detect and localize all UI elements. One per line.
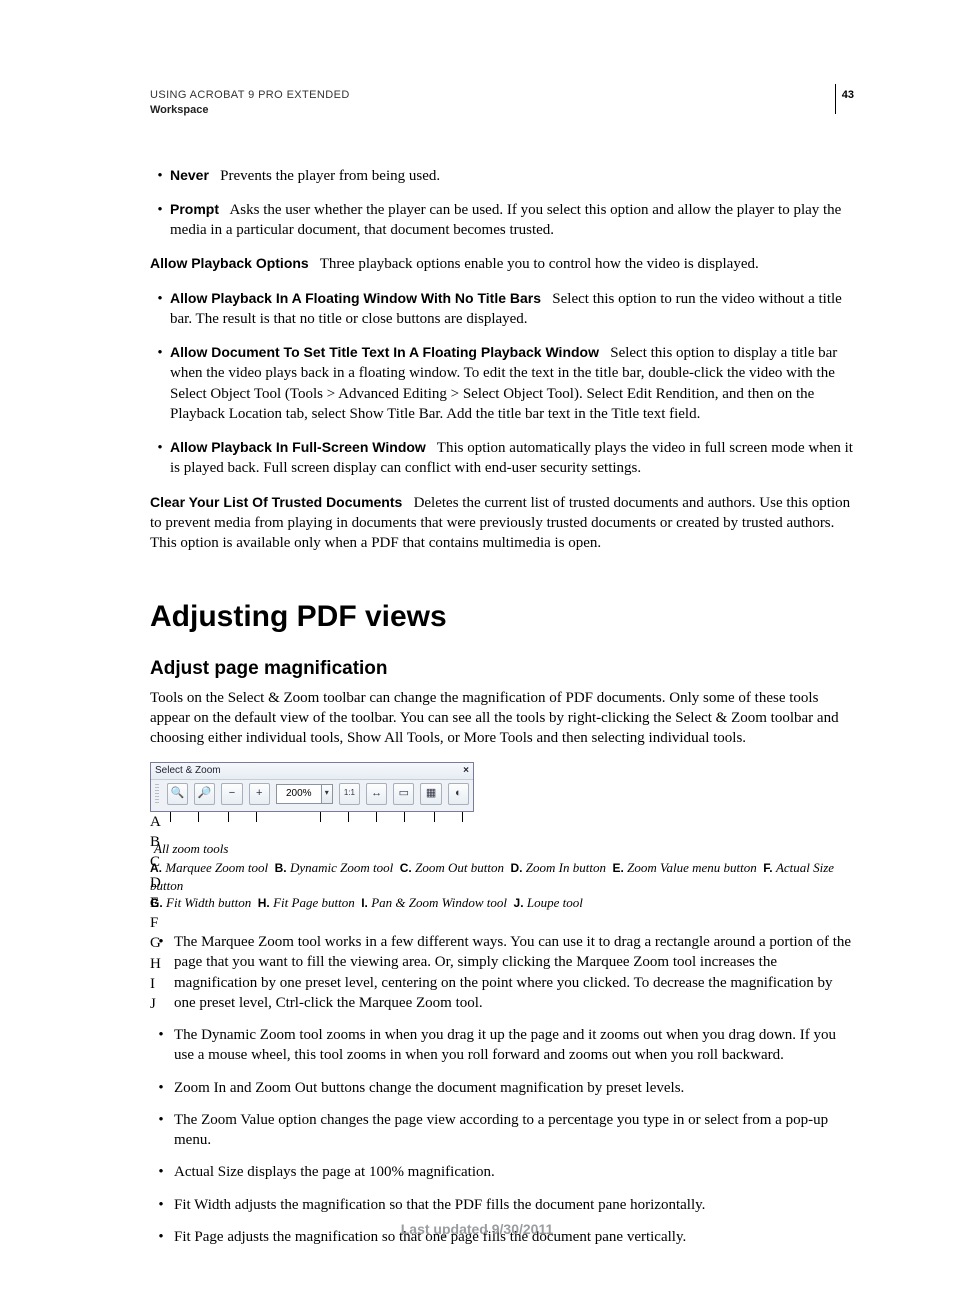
actual-size-button[interactable]: 1:1: [339, 783, 360, 805]
intro-paragraph: Tools on the Select & Zoom toolbar can c…: [150, 688, 854, 749]
bullet-titletext: Allow Document To Set Title Text In A Fl…: [150, 343, 854, 424]
clear-trusted: Clear Your List Of Trusted Documents Del…: [150, 493, 854, 554]
zoom-value-menu[interactable]: 200% ▾: [276, 784, 333, 804]
prompt-text: Asks the user whether the player can be …: [170, 202, 841, 238]
never-text: Prevents the player from being used.: [220, 168, 440, 184]
label-h: H: [150, 954, 472, 974]
bullet-icon: [150, 1195, 172, 1215]
marquee-zoom-tool[interactable]: 🔍: [167, 783, 188, 805]
bullet-icon: [150, 1162, 172, 1182]
heading-adjust-page-magnification: Adjust page magnification: [150, 656, 854, 682]
page-header: USING ACROBAT 9 PRO EXTENDED Workspace 4…: [150, 88, 854, 118]
dynamic-zoom-tool[interactable]: 🔎: [194, 783, 215, 805]
fit-page-button[interactable]: ▭: [393, 783, 414, 805]
page: USING ACROBAT 9 PRO EXTENDED Workspace 4…: [0, 0, 954, 1299]
bullet-icon: [150, 289, 170, 330]
toolbar-label-row: A B C D E F G H I J: [150, 812, 472, 836]
page-number: 43: [842, 89, 854, 101]
toolbar-titlebar: Select & Zoom ×: [151, 763, 473, 780]
bullet-full: Allow Playback In Full-Screen Window Thi…: [150, 438, 854, 479]
page-number-block: 43: [835, 84, 854, 114]
bullet-icon: [150, 166, 170, 186]
label-c: C: [150, 852, 472, 872]
titletext-label: Allow Document To Set Title Text In A Fl…: [170, 344, 599, 360]
zoom-value-field[interactable]: 200%: [276, 784, 322, 804]
float-label: Allow Playback In A Floating Window With…: [170, 290, 541, 306]
bullet-float: Allow Playback In A Floating Window With…: [150, 289, 854, 330]
never-label: Never: [170, 167, 209, 183]
label-g: G: [150, 933, 472, 953]
label-d: D: [150, 873, 472, 893]
apo-text: Three playback options enable you to con…: [320, 256, 759, 272]
bullet-icon: [150, 1025, 172, 1066]
close-icon[interactable]: ×: [463, 764, 469, 778]
toolbar-title-text: Select & Zoom: [155, 764, 221, 778]
bullet-icon: [150, 1110, 172, 1151]
zoom-toolbar-figure: Select & Zoom × 🔍 🔎 − + 200% ▾ 1:1 ↔ ▭ ▦…: [150, 762, 854, 836]
label-e: E: [150, 893, 472, 913]
list-item: Zoom In and Zoom Out buttons change the …: [150, 1078, 854, 1098]
bullet-icon: [150, 200, 170, 241]
bullet-icon: [150, 343, 170, 424]
fit-width-button[interactable]: ↔: [366, 783, 387, 805]
header-title: USING ACROBAT 9 PRO EXTENDED: [150, 88, 854, 103]
bullet-prompt: Prompt Asks the user whether the player …: [150, 200, 854, 241]
header-subtitle: Workspace: [150, 103, 854, 118]
allow-playback-options: Allow Playback Options Three playback op…: [150, 254, 854, 274]
pan-zoom-window-tool[interactable]: ▦: [420, 783, 441, 805]
bullet-icon: [150, 1078, 172, 1098]
footer-updated: Last updated 9/30/2011: [0, 1220, 954, 1239]
zoom-in-button[interactable]: +: [249, 783, 270, 805]
label-i: I: [150, 974, 472, 994]
list-item: Actual Size displays the page at 100% ma…: [150, 1162, 854, 1182]
loupe-tool[interactable]: ◐: [448, 783, 469, 805]
heading-adjusting-pdf-views: Adjusting PDF views: [150, 597, 854, 638]
label-j: J: [150, 994, 472, 1014]
full-label: Allow Playback In Full-Screen Window: [170, 439, 426, 455]
zoom-out-button[interactable]: −: [221, 783, 242, 805]
list-item: The Zoom Value option changes the page v…: [150, 1110, 854, 1151]
select-zoom-toolbar: Select & Zoom × 🔍 🔎 − + 200% ▾ 1:1 ↔ ▭ ▦…: [150, 762, 474, 812]
toolbar-row: 🔍 🔎 − + 200% ▾ 1:1 ↔ ▭ ▦ ◐: [151, 780, 473, 811]
apo-label: Allow Playback Options: [150, 255, 309, 271]
bullet-icon: [150, 438, 170, 479]
label-b: B: [150, 832, 472, 852]
list-item: Fit Width adjusts the magnification so t…: [150, 1195, 854, 1215]
toolbar-grip-icon[interactable]: [155, 784, 159, 804]
bullet-never: Never Prevents the player from being use…: [150, 166, 854, 186]
dropdown-icon[interactable]: ▾: [322, 784, 333, 804]
prompt-label: Prompt: [170, 201, 219, 217]
list-item: The Dynamic Zoom tool zooms in when you …: [150, 1025, 854, 1066]
label-f: F: [150, 913, 472, 933]
clear-label: Clear Your List Of Trusted Documents: [150, 494, 402, 510]
